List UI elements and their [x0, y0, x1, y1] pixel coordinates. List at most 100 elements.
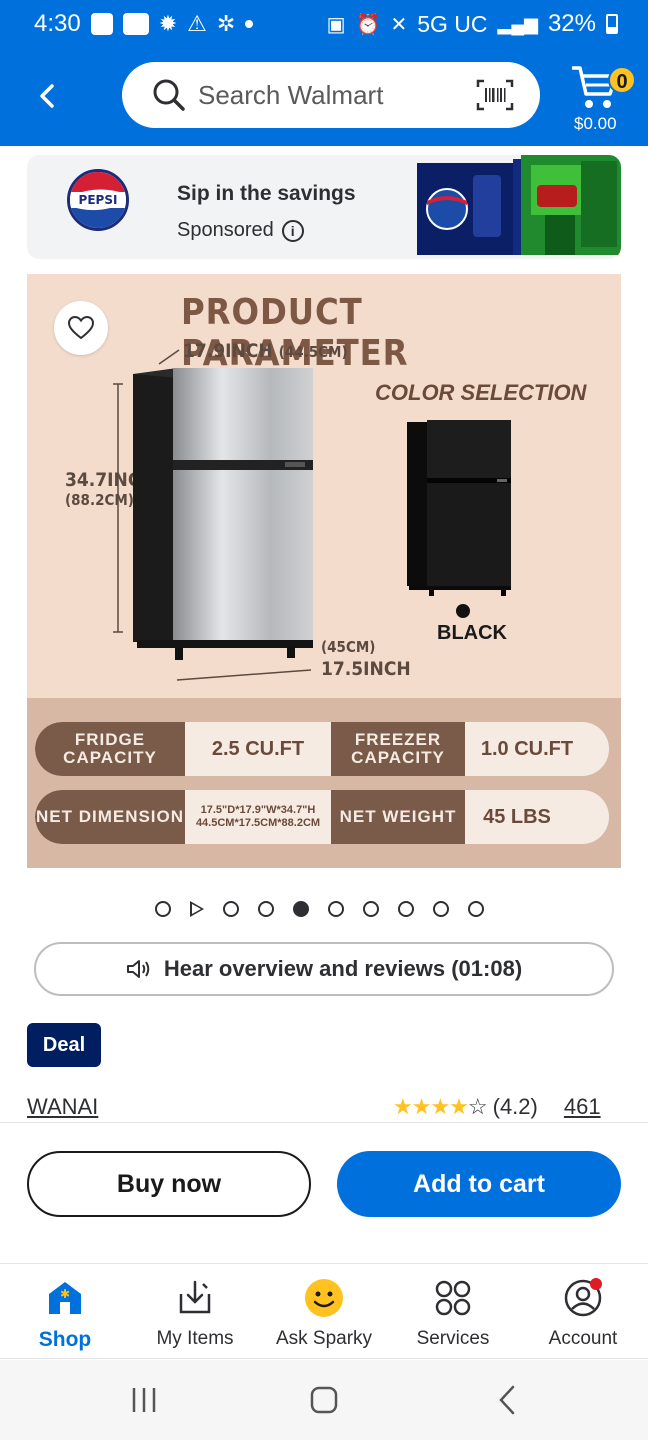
- tab-shop-label: Shop: [38, 1328, 92, 1351]
- spec-label-freezer-capacity: FREEZER CAPACITY: [331, 722, 465, 776]
- width-dimension-label: 17.9INCH (44.5CM): [183, 340, 348, 362]
- sponsored-ad-banner[interactable]: PEPSI Sip in the savings Sponsored i: [27, 155, 621, 259]
- spec-label-net-dimension: NET DIMENSION: [35, 790, 185, 844]
- tab-account-label: Account: [548, 1328, 618, 1349]
- depth-dimension-main: 17.5INCH: [321, 658, 411, 680]
- star-rating-icon: ★★★★☆: [393, 1094, 488, 1119]
- chevron-left-icon: [40, 84, 54, 108]
- fridge-stainless-image: [133, 368, 313, 660]
- pinwheel-icon: ✲: [216, 11, 236, 36]
- add-to-cart-button[interactable]: Add to cart: [337, 1151, 621, 1217]
- tab-my-items-label: My Items: [156, 1328, 234, 1349]
- spec-row-capacity: FRIDGE CAPACITY 2.5 CU.FT FREEZER CAPACI…: [35, 722, 609, 776]
- status-left: 4:30 ✹ ⚠ ✲: [34, 10, 327, 38]
- battery-icon: [606, 14, 618, 34]
- sparky-icon: [304, 1278, 344, 1318]
- signal-alert-icon: ⚠: [187, 11, 207, 36]
- audio-overview-button[interactable]: Hear overview and reviews (01:08): [34, 942, 614, 996]
- lock-icon: ▣: [326, 13, 346, 36]
- carousel-dot[interactable]: [328, 901, 344, 917]
- tab-ask-sparky[interactable]: Ask Sparky: [259, 1278, 389, 1354]
- carousel-dot[interactable]: [223, 901, 239, 917]
- spec-table: FRIDGE CAPACITY 2.5 CU.FT FREEZER CAPACI…: [27, 698, 621, 868]
- network-type: 5G UC: [417, 10, 488, 37]
- alarm-icon: ⏰: [355, 13, 381, 36]
- system-back-icon[interactable]: [493, 1382, 523, 1418]
- purchase-actions: Buy now Add to cart: [0, 1122, 648, 1262]
- spec-label-fridge-capacity: FRIDGE CAPACITY: [35, 722, 185, 776]
- search-icon: [153, 79, 185, 111]
- review-count-link[interactable]: 461: [564, 1094, 601, 1120]
- shop-icon: ✱: [45, 1278, 85, 1318]
- ad-sponsored-label: Sponsored i: [177, 219, 304, 242]
- spec-value-fridge-capacity: 2.5 CU.FT: [211, 738, 305, 760]
- my-items-icon: [175, 1278, 215, 1318]
- video-play-icon[interactable]: [190, 901, 204, 917]
- rating-value: (4.2): [492, 1094, 538, 1119]
- width-dimension-main: 17.9INCH: [183, 340, 273, 362]
- tab-services-label: Services: [416, 1328, 490, 1349]
- services-icon: [433, 1278, 473, 1318]
- soda-packs-image: [417, 155, 621, 255]
- spec-label-net-weight: NET WEIGHT: [331, 790, 465, 844]
- pepsi-logo: PEPSI: [67, 169, 129, 231]
- mute-icon: ✕: [390, 13, 408, 36]
- carousel-dot[interactable]: [258, 901, 274, 917]
- tab-my-items[interactable]: My Items: [130, 1278, 260, 1354]
- barcode-scanner-icon[interactable]: [476, 79, 514, 111]
- carousel-dot[interactable]: [433, 901, 449, 917]
- app-header: Search Walmart 0 $0.00: [0, 48, 648, 146]
- battery-percent: 32%: [547, 10, 596, 37]
- account-icon: [563, 1278, 603, 1318]
- color-selection-heading: COLOR SELECTION: [375, 380, 587, 405]
- brand-link[interactable]: WANAI: [27, 1094, 98, 1120]
- sponsored-text: Sponsored: [177, 219, 274, 241]
- pepsi-logo-text: PEPSI: [79, 193, 118, 207]
- spec-value-net-dimension: 17.5"D*17.9"W*34.7"H 44.5CM*17.5CM*88.2C…: [195, 804, 321, 829]
- depth-dimension-label: (45CM) 17.5INCH: [321, 636, 411, 680]
- carousel-dot[interactable]: [468, 901, 484, 917]
- back-button[interactable]: [30, 78, 66, 114]
- sun-icon: ✹: [158, 11, 178, 36]
- more-notifications-dot: [245, 20, 254, 28]
- carousel-dot[interactable]: [398, 901, 414, 917]
- temu-notification-icon: [122, 13, 149, 35]
- home-icon[interactable]: [309, 1382, 339, 1418]
- cart-total: $0.00: [574, 114, 617, 133]
- notification-app-icon: [90, 13, 113, 35]
- tab-services[interactable]: Services: [388, 1278, 518, 1354]
- deal-badge: Deal: [27, 1023, 101, 1067]
- depth-dimension-metric: (45CM): [321, 638, 376, 656]
- svg-text:✱: ✱: [60, 1287, 70, 1301]
- pepsi-globe-icon: PEPSI: [70, 172, 126, 228]
- carousel-dot-active[interactable]: [293, 901, 309, 917]
- color-swatch-black: [456, 604, 470, 618]
- audio-overview-label: Hear overview and reviews (01:08): [163, 956, 523, 981]
- bottom-tab-bar: ✱ Shop My Items Ask Sparky Services Acco…: [0, 1263, 648, 1359]
- tab-account[interactable]: Account: [518, 1278, 648, 1354]
- status-right: ▣ ⏰ ✕ 5G UC ▂▄▆ 32%: [327, 10, 618, 38]
- product-image-carousel[interactable]: PRODUCT PARAMETER 17.9INCH (44.5CM) 34.7…: [27, 274, 621, 868]
- carousel-dot[interactable]: [363, 901, 379, 917]
- signal-bars-icon: ▂▄▆: [497, 13, 538, 34]
- search-bar[interactable]: Search Walmart: [122, 62, 540, 128]
- color-name-label: BLACK: [437, 622, 507, 644]
- carousel-dot[interactable]: [155, 901, 171, 917]
- cart-count-badge: 0: [608, 66, 636, 94]
- speaker-icon: [126, 960, 150, 978]
- recent-apps-icon[interactable]: [130, 1382, 160, 1418]
- info-icon[interactable]: i: [281, 219, 304, 242]
- width-dimension-metric: (44.5CM): [278, 343, 348, 361]
- system-navigation-bar: [0, 1360, 648, 1440]
- tab-ask-sparky-label: Ask Sparky: [275, 1328, 373, 1349]
- status-bar: 4:30 ✹ ⚠ ✲ ▣ ⏰ ✕ 5G UC ▂▄▆ 32%: [0, 0, 648, 48]
- buy-now-button[interactable]: Buy now: [27, 1151, 311, 1217]
- cart-button[interactable]: 0 $0.00: [566, 60, 636, 140]
- tab-shop[interactable]: ✱ Shop: [0, 1278, 130, 1354]
- status-time: 4:30: [34, 10, 81, 37]
- spec-value-freezer-capacity: 1.0 CU.FT: [480, 738, 574, 760]
- spec-row-dimension: NET DIMENSION 17.5"D*17.9"W*34.7"H 44.5C…: [35, 790, 609, 844]
- search-input[interactable]: Search Walmart: [198, 80, 476, 111]
- fridge-black-image: [407, 420, 511, 596]
- product-rating[interactable]: ★★★★☆ (4.2) 461: [393, 1094, 601, 1120]
